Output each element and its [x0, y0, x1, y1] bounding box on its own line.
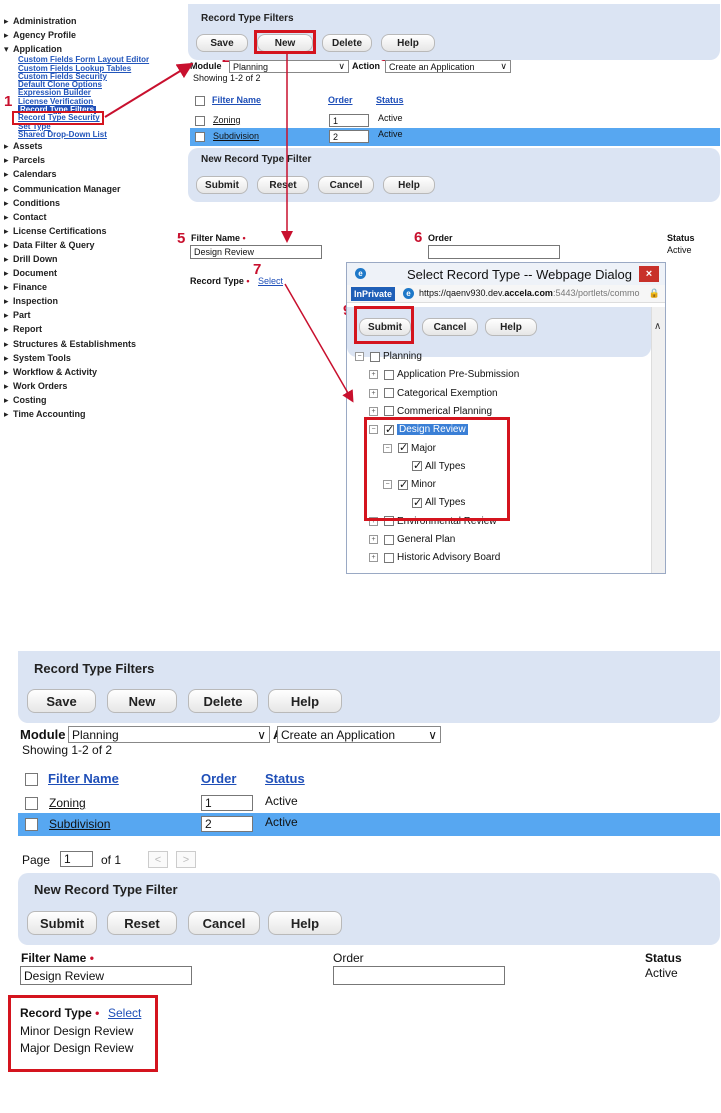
chevron-down-icon: ∨: [257, 727, 266, 742]
row-zoning-name-result[interactable]: Zoning: [49, 796, 86, 810]
select-all-checkbox-result[interactable]: [25, 773, 38, 786]
arrow-select-to-tree: [284, 283, 354, 403]
column-status-result[interactable]: Status: [265, 771, 305, 786]
page-count-result: of 1: [101, 853, 122, 867]
row-subdivision-order-result[interactable]: 2: [201, 816, 253, 832]
help-button-result[interactable]: Help: [268, 689, 342, 713]
row-checkbox-zoning-result[interactable]: [25, 797, 38, 810]
prev-page-button-result[interactable]: <: [148, 851, 168, 868]
delete-button-result[interactable]: Delete: [188, 689, 258, 713]
filter-name-input-result[interactable]: Design Review: [20, 966, 192, 985]
submit-button-result[interactable]: Submit: [27, 911, 97, 935]
row-subdivision-status-result: Active: [265, 815, 298, 829]
showing-count-result: Showing 1-2 of 2: [22, 743, 113, 757]
help-button-new-result[interactable]: Help: [268, 911, 342, 935]
filter-name-label-result: Filter Name •: [21, 951, 94, 965]
order-input-result[interactable]: [333, 966, 505, 985]
module-label-result: Module: [20, 727, 66, 742]
cancel-button-result[interactable]: Cancel: [188, 911, 260, 935]
page-label-result: Page: [22, 853, 51, 867]
next-page-button-result[interactable]: >: [176, 851, 196, 868]
column-order-result[interactable]: Order: [201, 771, 236, 786]
column-filter-name-result[interactable]: Filter Name: [48, 771, 119, 786]
order-label-result: Order: [333, 951, 364, 965]
arrow-1-to-module: [104, 62, 194, 118]
module-select-result[interactable]: Planning ∨: [68, 726, 270, 743]
chevron-down-icon: ∨: [428, 727, 437, 742]
record-type-item-minor: Minor Design Review: [20, 1024, 134, 1038]
new-filter-title-result: New Record Type Filter: [34, 882, 178, 897]
table-row-selected-result[interactable]: [18, 813, 720, 836]
panel-title-result: Record Type Filters: [34, 661, 155, 676]
record-type-label-result: Record Type •: [20, 1006, 100, 1020]
status-label-result: Status: [645, 951, 682, 965]
status-value-result: Active: [645, 966, 678, 980]
reset-button-result[interactable]: Reset: [107, 911, 177, 935]
row-zoning-order-result[interactable]: 1: [201, 795, 253, 811]
page-input-result[interactable]: 1: [60, 851, 93, 867]
new-button-result[interactable]: New: [107, 689, 177, 713]
select-record-type-link-result[interactable]: Select: [108, 1006, 141, 1020]
row-subdivision-name-result[interactable]: Subdivision: [49, 817, 110, 831]
record-type-item-major: Major Design Review: [20, 1041, 134, 1055]
action-select-result[interactable]: Create an Application ∨: [277, 726, 441, 743]
row-checkbox-subdivision-result[interactable]: [25, 818, 38, 831]
instruction-arrows: [104, 54, 354, 403]
save-button-result[interactable]: Save: [27, 689, 96, 713]
row-zoning-status-result: Active: [265, 794, 298, 808]
